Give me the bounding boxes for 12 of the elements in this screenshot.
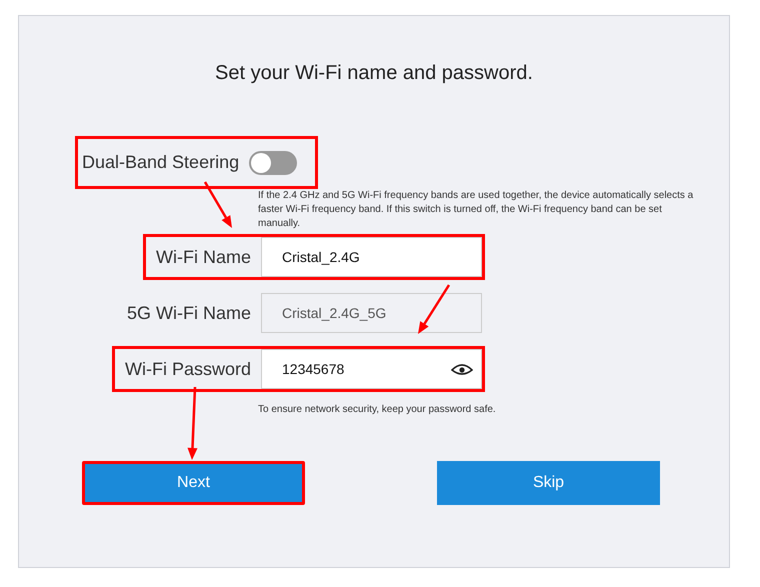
hint-text: To ensure network security, keep your password safe. <box>258 403 497 417</box>
field-label: Wi-Fi Password <box>124 358 252 380</box>
toggle-label: Dual-Band Steering <box>82 151 240 174</box>
field-label: 5G Wi-Fi Name <box>126 302 252 324</box>
input-field: Cristal_2.4G_5G <box>261 293 482 333</box>
input-field[interactable]: Cristal_2.4G <box>261 237 482 277</box>
field-label: Wi-Fi Name <box>155 246 252 268</box>
skip-button[interactable]: Skip <box>437 461 660 505</box>
next-button[interactable]: Next <box>82 461 305 505</box>
page-title: Set your Wi-Fi name and password. <box>214 61 534 86</box>
input-field[interactable]: 12345678 <box>261 349 482 389</box>
description-text: If the 2.4 GHz and 5G Wi-Fi frequency bands are used together, the device automatically selects a faster Wi-Fi frequency band. If this switch is turned off, the Wi-Fi frequency band can be set manually. <box>258 189 694 231</box>
